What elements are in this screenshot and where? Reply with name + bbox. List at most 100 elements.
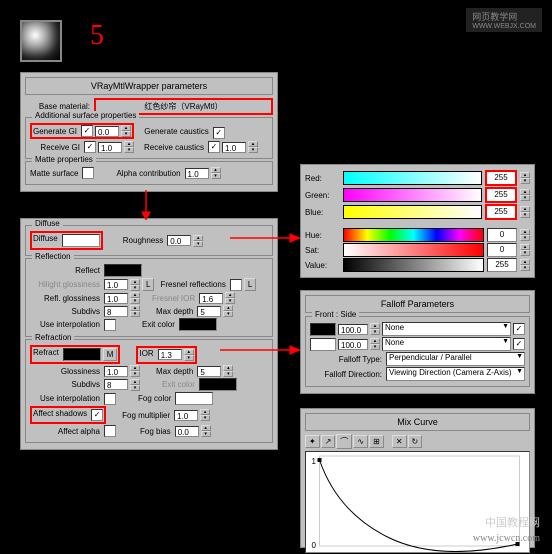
falloff-cb-1[interactable]: ✓: [513, 323, 525, 335]
curve-tool-3[interactable]: ⌒: [336, 434, 352, 449]
diffuse-label: Diffuse: [33, 234, 60, 247]
value-value[interactable]: 255: [487, 258, 517, 272]
blue-slider[interactable]: [343, 205, 482, 219]
affect-shadows-checkbox[interactable]: ✓: [91, 409, 103, 421]
falloff-map-2[interactable]: None: [382, 337, 511, 351]
spinner[interactable]: ▴▾: [130, 379, 140, 391]
receive-caustics-value[interactable]: 1.0: [222, 142, 246, 153]
spinner[interactable]: ▴▾: [130, 279, 140, 291]
curve-tool-5[interactable]: ⊞: [369, 435, 384, 448]
refr-interp-checkbox[interactable]: [104, 393, 116, 405]
falloff-cb-2[interactable]: ✓: [513, 338, 525, 350]
fresnel-ior-label: Fresnel IOR: [152, 294, 197, 303]
refract-m-button[interactable]: M: [103, 348, 118, 361]
spinner[interactable]: ▴▾: [225, 292, 235, 304]
fresnel-refl-checkbox[interactable]: [230, 279, 242, 291]
fresnel-l-button[interactable]: L: [244, 278, 256, 291]
refr-gloss-value[interactable]: 1.0: [104, 366, 128, 377]
red-value[interactable]: 255: [485, 170, 517, 186]
falloff-dir-dropdown[interactable]: Viewing Direction (Camera Z-Axis): [386, 367, 525, 381]
spinner[interactable]: ▴▾: [520, 229, 530, 241]
refl-subdivs-value[interactable]: 8: [104, 306, 128, 317]
spinner[interactable]: ▴▾: [121, 125, 131, 137]
receive-caustics-checkbox[interactable]: ✓: [208, 141, 220, 153]
value-slider[interactable]: [343, 258, 484, 272]
spinner[interactable]: ▴▾: [520, 206, 530, 218]
spinner[interactable]: ▴▾: [124, 141, 134, 153]
refl-maxdepth-value[interactable]: 5: [197, 306, 221, 317]
alpha-contribution-value[interactable]: 1.0: [185, 168, 209, 179]
spinner[interactable]: ▴▾: [370, 338, 380, 350]
spinner[interactable]: ▴▾: [520, 259, 530, 271]
ior-value[interactable]: 1.3: [158, 349, 182, 360]
receive-gi-value[interactable]: 1.0: [98, 142, 122, 153]
hue-label: Hue:: [305, 231, 340, 240]
refl-interp-checkbox[interactable]: [104, 319, 116, 331]
hue-value[interactable]: 0: [487, 228, 517, 242]
spinner[interactable]: ▴▾: [520, 172, 530, 184]
falloff-type-label: Falloff Type:: [310, 355, 384, 364]
spinner[interactable]: ▴▾: [520, 189, 530, 201]
generate-caustics-checkbox[interactable]: ✓: [213, 127, 225, 139]
green-slider[interactable]: [343, 188, 482, 202]
curve-tool-6[interactable]: ✕: [392, 435, 407, 448]
hilight-gloss-value[interactable]: 1.0: [104, 279, 128, 290]
spinner[interactable]: ▴▾: [193, 235, 203, 247]
spinner[interactable]: ▴▾: [370, 323, 380, 335]
spinner[interactable]: ▴▾: [211, 167, 221, 179]
receive-gi-checkbox[interactable]: ✓: [84, 141, 96, 153]
spinner[interactable]: ▴▾: [130, 292, 140, 304]
curve-tool-2[interactable]: ↗: [321, 435, 336, 448]
spinner[interactable]: ▴▾: [248, 141, 258, 153]
diffuse-swatch[interactable]: [62, 234, 100, 247]
sat-value[interactable]: 0: [487, 243, 517, 257]
falloff-v2[interactable]: 100.0: [338, 339, 368, 350]
refr-maxdepth-value[interactable]: 5: [197, 366, 221, 377]
matte-surface-checkbox[interactable]: [82, 167, 94, 179]
green-value[interactable]: 255: [485, 187, 517, 203]
spinner[interactable]: ▴▾: [223, 305, 233, 317]
falloff-swatch-2[interactable]: [310, 338, 336, 351]
spinner[interactable]: ▴▾: [130, 305, 140, 317]
fog-color-swatch[interactable]: [175, 392, 213, 405]
refract-swatch[interactable]: [63, 348, 101, 361]
fog-mult-value[interactable]: 1.0: [174, 410, 198, 421]
reflect-swatch[interactable]: [104, 264, 142, 277]
hue-slider[interactable]: [343, 228, 484, 242]
sat-slider[interactable]: [343, 243, 484, 257]
refl-exit-swatch[interactable]: [179, 318, 217, 331]
curve-tool-4[interactable]: ∿: [353, 435, 368, 448]
refr-exit-swatch[interactable]: [199, 378, 237, 391]
generate-gi-checkbox[interactable]: ✓: [81, 125, 93, 137]
curve-tool-7[interactable]: ↻: [408, 435, 423, 448]
generate-gi-label: Generate GI: [33, 127, 79, 136]
hilight-gloss-label: Hilight glossiness: [30, 280, 102, 289]
roughness-value[interactable]: 0.0: [167, 235, 191, 246]
refl-gloss-label: Refl. glossiness: [30, 294, 102, 303]
falloff-swatch-1[interactable]: [310, 323, 336, 336]
fog-bias-value[interactable]: 0.0: [175, 426, 199, 437]
watermark: 网页教学网 WWW.WEBJX.COM: [466, 8, 542, 32]
curve-tool-1[interactable]: ✦: [305, 435, 320, 448]
falloff-v1[interactable]: 100.0: [338, 324, 368, 335]
affect-alpha-checkbox[interactable]: [104, 425, 116, 437]
refr-subdivs-value[interactable]: 8: [104, 379, 128, 390]
l-button[interactable]: L: [142, 278, 154, 291]
matte-group-label: Matte properties: [32, 155, 96, 164]
refl-gloss-value[interactable]: 1.0: [104, 293, 128, 304]
falloff-map-1[interactable]: None: [382, 322, 511, 336]
spinner[interactable]: ▴▾: [520, 244, 530, 256]
blue-value[interactable]: 255: [485, 204, 517, 220]
spinner[interactable]: ▴▾: [200, 409, 210, 421]
generate-gi-value[interactable]: 0.0: [95, 126, 119, 137]
spinner[interactable]: ▴▾: [201, 425, 211, 437]
spinner[interactable]: ▴▾: [184, 349, 194, 361]
fresnel-ior-value[interactable]: 1.6: [199, 293, 223, 304]
falloff-type-dropdown[interactable]: Perpendicular / Parallel: [386, 352, 525, 366]
panel-header: VRayMtlWrapper parameters: [25, 77, 273, 95]
spinner[interactable]: ▴▾: [130, 365, 140, 377]
affect-alpha-label: Affect alpha: [30, 427, 102, 436]
spinner[interactable]: ▴▾: [223, 365, 233, 377]
red-slider[interactable]: [343, 171, 482, 185]
refr-subdivs-label: Subdivs: [30, 380, 102, 389]
